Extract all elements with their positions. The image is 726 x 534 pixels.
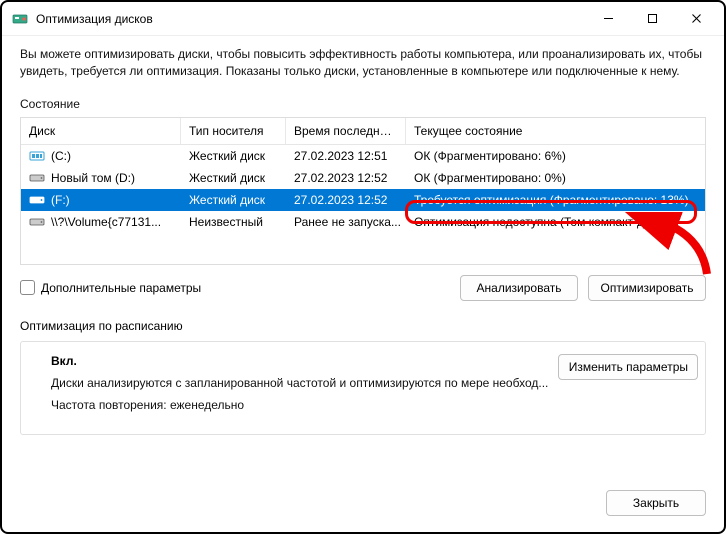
disk-icon	[29, 150, 45, 162]
window-title: Оптимизация дисков	[36, 12, 153, 26]
disk-name: \\?\Volume{c77131...	[51, 215, 161, 229]
disk-name: (F:)	[51, 193, 70, 207]
disk-type: Жесткий диск	[181, 191, 286, 209]
disk-name: Новый том (D:)	[51, 171, 135, 185]
disk-icon	[29, 172, 45, 184]
table-body: (C:)Жесткий диск27.02.2023 12:51ОК (Фраг…	[20, 145, 706, 265]
schedule-line1: Диски анализируются с запланированной ча…	[51, 376, 548, 390]
disk-type: Жесткий диск	[181, 169, 286, 187]
schedule-on: Вкл.	[51, 354, 548, 368]
disk-status: ОК (Фрагментировано: 6%)	[406, 147, 705, 165]
disk-status: ОК (Фрагментировано: 0%)	[406, 169, 705, 187]
table-header: Диск Тип носителя Время последнег... Тек…	[21, 118, 705, 145]
disk-time: 27.02.2023 12:52	[286, 169, 406, 187]
intro-text: Вы можете оптимизировать диски, чтобы по…	[20, 46, 706, 81]
schedule-line2: Частота повторения: еженедельно	[51, 398, 548, 412]
close-button[interactable]	[674, 4, 718, 34]
table-row[interactable]: \\?\Volume{c77131... НеизвестныйРанее не …	[21, 211, 705, 233]
maximize-button[interactable]	[630, 4, 674, 34]
disk-name: (C:)	[51, 149, 71, 163]
disk-time: Ранее не запуска...	[286, 213, 406, 231]
disk-icon	[29, 194, 45, 206]
titlebar: Оптимизация дисков	[2, 2, 724, 36]
footer: Закрыть	[2, 476, 724, 532]
advanced-params-checkbox[interactable]: Дополнительные параметры	[20, 280, 201, 295]
schedule-section-label: Оптимизация по расписанию	[20, 319, 706, 333]
col-status[interactable]: Текущее состояние	[406, 118, 705, 144]
col-disk[interactable]: Диск	[21, 118, 181, 144]
disk-time: 27.02.2023 12:51	[286, 147, 406, 165]
disk-time: 27.02.2023 12:52	[286, 191, 406, 209]
table-row[interactable]: (C:) Жесткий диск27.02.2023 12:51ОК (Фраг…	[21, 145, 705, 167]
analyze-button[interactable]: Анализировать	[460, 275, 578, 301]
disk-status: Требуется оптимизация (Фрагментировано: …	[406, 191, 705, 209]
drives-table: Диск Тип носителя Время последнег... Тек…	[20, 117, 706, 145]
app-icon	[12, 11, 28, 27]
window: Оптимизация дисков Вы можете оптимизиров…	[0, 0, 726, 534]
minimize-button[interactable]	[586, 4, 630, 34]
optimize-button[interactable]: Оптимизировать	[588, 275, 706, 301]
advanced-params-label: Дополнительные параметры	[41, 281, 201, 295]
disk-type: Неизвестный	[181, 213, 286, 231]
col-type[interactable]: Тип носителя	[181, 118, 286, 144]
disk-icon	[29, 216, 45, 228]
disk-status: Оптимизация недоступна (Том компакт-диск…	[406, 213, 705, 231]
table-row[interactable]: Новый том (D:) Жесткий диск27.02.2023 12:…	[21, 167, 705, 189]
disk-type: Жесткий диск	[181, 147, 286, 165]
col-time[interactable]: Время последнег...	[286, 118, 406, 144]
close-dialog-button[interactable]: Закрыть	[606, 490, 706, 516]
status-section-label: Состояние	[20, 97, 706, 111]
content-area: Вы можете оптимизировать диски, чтобы по…	[2, 36, 724, 476]
change-settings-button[interactable]: Изменить параметры	[558, 354, 698, 380]
table-row[interactable]: (F:) Жесткий диск27.02.2023 12:52Требуетс…	[21, 189, 705, 211]
schedule-box: Вкл. Диски анализируются с запланированн…	[20, 341, 706, 435]
